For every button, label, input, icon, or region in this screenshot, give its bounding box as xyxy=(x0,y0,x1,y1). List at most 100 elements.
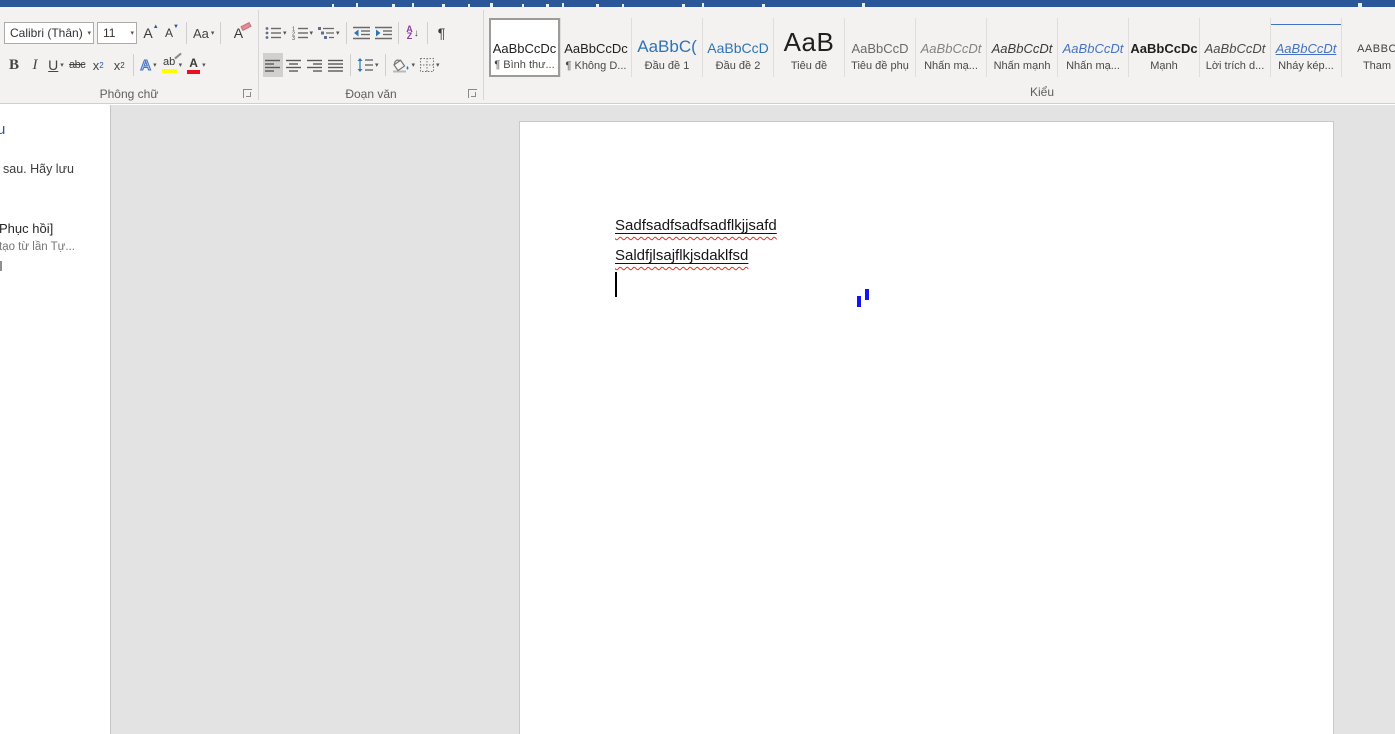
ribbon-group-font: Calibri (Thân) ▾ 11 ▾ A▲ A▼ Aa▾ xyxy=(0,7,258,103)
separator xyxy=(398,22,399,44)
style-item-normal[interactable]: AaBbCcDc ¶ Bình thư... xyxy=(489,18,560,77)
chevron-down-icon[interactable]: ▾ xyxy=(202,62,206,69)
shrink-font-button[interactable]: A▼ xyxy=(162,21,182,45)
style-item-intense-emphasis[interactable]: AaBbCcDt Nhấn mạ... xyxy=(1057,18,1128,77)
chevron-down-icon[interactable]: ▾ xyxy=(375,62,379,69)
font-dialog-launcher[interactable] xyxy=(243,89,252,98)
clear-formatting-button[interactable]: A xyxy=(225,21,251,45)
borders-button[interactable]: ▾ xyxy=(418,53,442,77)
borders-icon xyxy=(420,58,434,72)
style-item-subtitle[interactable]: AaBbCcD Tiêu đề phụ xyxy=(844,18,915,77)
increase-indent-button[interactable] xyxy=(373,21,394,45)
font-color-bar xyxy=(187,70,200,74)
text-highlight-color-button[interactable]: ab ▾ xyxy=(160,53,185,77)
font-color-button[interactable]: A ▾ xyxy=(185,53,208,77)
chevron-down-icon[interactable]: ▾ xyxy=(179,62,183,69)
paragraph-group-label: Đoạn văn xyxy=(345,87,396,101)
highlight-color-bar xyxy=(162,69,177,73)
style-item-quote[interactable]: AaBbCcDt Lời trích d... xyxy=(1199,18,1270,77)
font-group-label: Phông chữ xyxy=(100,87,159,101)
align-left-icon xyxy=(265,59,281,72)
shrink-font-caret-icon: ▼ xyxy=(173,24,179,30)
ribbon-group-styles: AaBbCcDc ¶ Bình thư... AaBbCcDc ¶ Không … xyxy=(484,7,1395,103)
align-right-button[interactable] xyxy=(305,53,325,77)
italic-button[interactable]: I xyxy=(25,53,45,77)
separator xyxy=(220,22,221,44)
decrease-indent-button[interactable] xyxy=(351,21,372,45)
word-window: Calibri (Thân) ▾ 11 ▾ A▲ A▼ Aa▾ xyxy=(0,0,1395,734)
style-item-intense-quote[interactable]: AaBbCcDt Nháy kép... xyxy=(1270,18,1341,77)
show-hide-marks-button[interactable]: ¶ xyxy=(432,21,452,45)
chevron-down-icon[interactable]: ▾ xyxy=(84,30,91,37)
chevron-down-icon[interactable]: ▾ xyxy=(310,30,314,37)
shading-button[interactable]: ▾ xyxy=(390,53,418,77)
justify-icon xyxy=(328,59,344,72)
style-item-heading2[interactable]: AaBbCcD Đầu đề 2 xyxy=(702,18,773,77)
multilevel-list-button[interactable]: ▾ xyxy=(316,21,342,45)
sort-button[interactable]: AZ ↓ xyxy=(403,21,423,45)
style-item-emphasis[interactable]: AaBbCcDt Nhấn mạnh xyxy=(986,18,1057,77)
chevron-down-icon[interactable]: ▾ xyxy=(412,62,416,69)
style-item-no-spacing[interactable]: AaBbCcDc ¶ Không D... xyxy=(560,18,631,77)
eraser-icon xyxy=(241,22,252,31)
separator xyxy=(346,22,347,44)
document-canvas[interactable]: Sadfsadfsadfsadflkjjsafd Saldfjlsajflkjs… xyxy=(112,105,1395,734)
chevron-down-icon[interactable]: ▾ xyxy=(283,30,287,37)
chevron-down-icon[interactable]: ▾ xyxy=(436,62,440,69)
bullets-button[interactable]: ▾ xyxy=(263,21,289,45)
font-size-value: 11 xyxy=(103,26,115,40)
text-cursor xyxy=(615,272,617,297)
change-case-button[interactable]: Aa▾ xyxy=(191,21,216,45)
ribbon: Calibri (Thân) ▾ 11 ▾ A▲ A▼ Aa▾ xyxy=(0,7,1395,104)
justify-button[interactable] xyxy=(326,53,346,77)
style-item-heading1[interactable]: AaBbC( Đầu đề 1 xyxy=(631,18,702,77)
separator xyxy=(186,22,187,44)
chevron-down-icon: ▾ xyxy=(211,30,215,37)
chevron-down-icon[interactable]: ▾ xyxy=(153,62,157,69)
line-spacing-icon xyxy=(357,58,373,72)
separator xyxy=(385,54,386,76)
bold-button[interactable]: B xyxy=(4,53,24,77)
recovered-file-title-fragment[interactable]: Phục hồi] xyxy=(0,221,53,236)
svg-text:3: 3 xyxy=(292,36,295,40)
style-item-subtle-emphasis[interactable]: AaBbCcDt Nhấn mạ... xyxy=(915,18,986,77)
style-item-title[interactable]: AaB Tiêu đề xyxy=(773,18,844,77)
line-spacing-button[interactable]: ▾ xyxy=(355,53,381,77)
paragraph-dialog-launcher[interactable] xyxy=(468,89,477,98)
document-paragraph[interactable]: Saldfjlsajflkjsdaklfsd xyxy=(615,247,748,264)
align-center-button[interactable] xyxy=(284,53,304,77)
ribbon-group-paragraph: ▾ 123 ▾ ▾ AZ xyxy=(259,7,483,103)
sort-arrow-icon: ↓ xyxy=(414,28,419,39)
numbering-button[interactable]: 123 ▾ xyxy=(290,21,316,45)
recovery-pane-body-fragment: sau. Hãy lưu xyxy=(3,162,74,176)
chevron-down-icon[interactable]: ▾ xyxy=(60,62,64,69)
grow-font-button[interactable]: A▲ xyxy=(141,21,161,45)
separator xyxy=(133,54,134,76)
blue-cursor-mark xyxy=(857,296,861,307)
document-recovery-pane: u sau. Hãy lưu Phục hồi] tạo từ lần Tự..… xyxy=(0,105,111,734)
chevron-down-icon[interactable]: ▾ xyxy=(127,30,134,37)
increase-indent-icon xyxy=(375,26,392,40)
highlighter-pen-icon xyxy=(174,53,181,60)
strikethrough-button[interactable]: abc xyxy=(67,53,87,77)
superscript-button[interactable]: x2 xyxy=(109,53,129,77)
multilevel-list-icon xyxy=(318,26,334,40)
chevron-down-icon[interactable]: ▾ xyxy=(336,30,340,37)
document-paragraph[interactable]: Sadfsadfsadfsadflkjjsafd xyxy=(615,217,777,234)
styles-gallery: AaBbCcDc ¶ Bình thư... AaBbCcDc ¶ Không … xyxy=(489,18,1395,77)
grow-font-caret-icon: ▲ xyxy=(153,24,159,30)
align-left-button[interactable] xyxy=(263,53,283,77)
style-item-subtle-reference[interactable]: AABBC Tham xyxy=(1341,18,1395,77)
font-name-combo[interactable]: Calibri (Thân) ▾ xyxy=(4,22,94,44)
document-page[interactable]: Sadfsadfsadfsadflkjjsafd Saldfjlsajflkjs… xyxy=(519,121,1334,734)
text-effects-button[interactable]: A▾ xyxy=(138,53,158,77)
recovery-pane-clipped-mark xyxy=(0,261,2,271)
underline-button[interactable]: U▾ xyxy=(46,53,66,77)
subscript-button[interactable]: x2 xyxy=(88,53,108,77)
content-area: u sau. Hãy lưu Phục hồi] tạo từ lần Tự..… xyxy=(0,105,1395,734)
style-item-strong[interactable]: AaBbCcDc Mạnh xyxy=(1128,18,1199,77)
font-size-combo[interactable]: 11 ▾ xyxy=(97,22,137,44)
font-name-value: Calibri (Thân) xyxy=(10,26,83,40)
numbering-icon: 123 xyxy=(292,26,308,40)
bullets-icon xyxy=(265,26,281,40)
